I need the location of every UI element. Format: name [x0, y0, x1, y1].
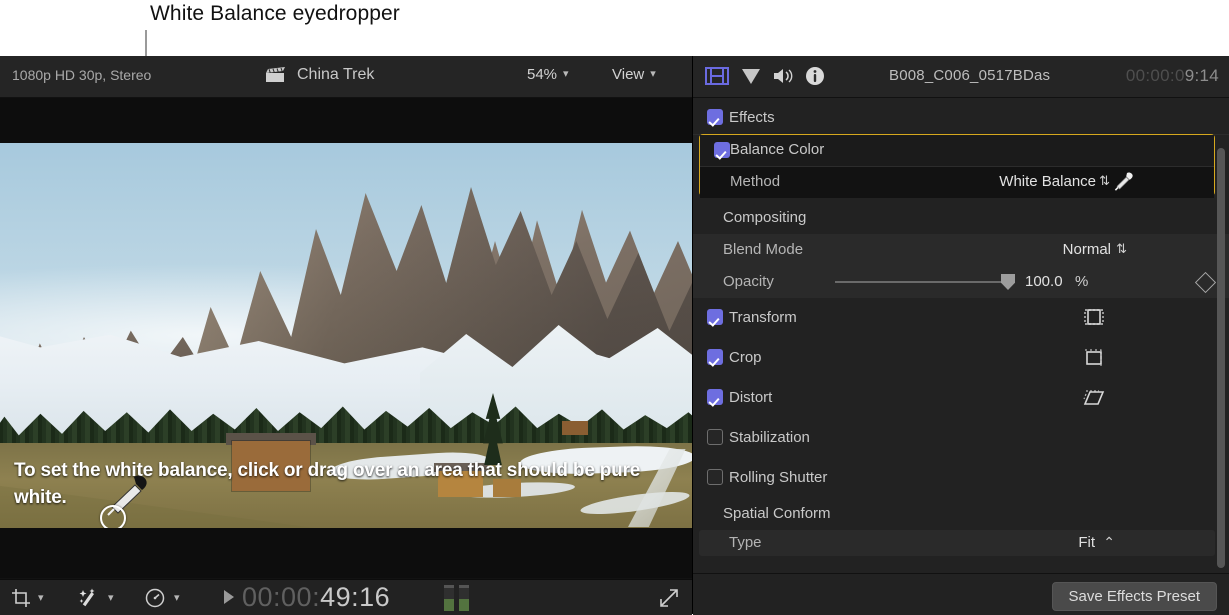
inspector-header: B008_C006_0517BDas 00:00:09:14: [693, 56, 1229, 98]
stabilization-checkbox[interactable]: [707, 429, 723, 445]
opacity-label: Opacity: [723, 273, 774, 290]
viewer-bottom-toolbar: ▾ ▾ ▾: [0, 579, 692, 615]
save-effects-preset-button[interactable]: Save Effects Preset: [1052, 582, 1217, 611]
viewer-project-title: China Trek: [297, 66, 374, 84]
balance-color-checkbox[interactable]: [714, 142, 730, 158]
distort-label: Distort: [729, 389, 772, 406]
section-compositing: Compositing: [693, 202, 1229, 234]
row-blend-mode[interactable]: Blend Mode Normal ⇅: [693, 234, 1229, 267]
viewer-stage[interactable]: To set the white balance, click or drag …: [0, 98, 692, 578]
distort-box-icon[interactable]: [1083, 387, 1105, 409]
blend-mode-label: Blend Mode: [723, 241, 803, 258]
row-balance-color[interactable]: Balance Color: [700, 135, 1214, 167]
chevron-down-icon[interactable]: ▾: [108, 591, 114, 604]
transform-box-icon[interactable]: [1083, 307, 1105, 329]
section-transform[interactable]: Transform: [693, 298, 1229, 339]
blend-mode-stepper-icon[interactable]: ⇅: [1116, 241, 1127, 257]
row-balance-method[interactable]: Method White Balance ⇅: [700, 167, 1214, 198]
speedometer-icon[interactable]: [144, 587, 166, 609]
spatial-conform-label: Spatial Conform: [723, 505, 831, 522]
inspector-scrollbar-thumb[interactable]: [1217, 148, 1225, 568]
blend-mode-value[interactable]: Normal: [1063, 241, 1111, 258]
method-value[interactable]: White Balance: [999, 173, 1096, 190]
magic-wand-icon[interactable]: [78, 587, 100, 609]
viewer-pane: 1080p HD 30p, Stereo China Trek 54% ▾ Vie…: [0, 56, 693, 614]
transform-checkbox[interactable]: [707, 309, 723, 325]
clapperboard-icon: [265, 67, 285, 83]
section-rolling-shutter[interactable]: Rolling Shutter: [693, 458, 1229, 499]
viewer-view-menu[interactable]: View ▾: [612, 66, 656, 83]
viewer-zoom-menu[interactable]: 54% ▾: [527, 66, 569, 83]
spatial-type-value[interactable]: Fit: [1078, 534, 1095, 551]
section-stabilization[interactable]: Stabilization: [693, 418, 1229, 459]
rolling-shutter-checkbox[interactable]: [707, 469, 723, 485]
chevron-down-icon: ▾: [563, 67, 569, 80]
crop-label: Crop: [729, 349, 762, 366]
opacity-slider-knob[interactable]: [1001, 274, 1015, 290]
effects-checkbox[interactable]: [707, 109, 723, 125]
inspector-body[interactable]: Effects Balance Color Method White Balan…: [693, 98, 1229, 572]
row-opacity[interactable]: Opacity 100.0 %: [693, 266, 1229, 299]
timecode-dim: 00:00:0: [1126, 66, 1185, 85]
callout-label: White Balance eyedropper: [150, 2, 400, 26]
balance-color-label: Balance Color: [730, 141, 824, 158]
eyedropper-icon[interactable]: [1114, 172, 1134, 192]
chevron-down-icon[interactable]: ▾: [174, 591, 180, 604]
viewer-timecode[interactable]: 00:00:49:16: [242, 582, 390, 613]
inspector-scrollbar[interactable]: [1217, 148, 1225, 572]
screenshot-root: White Balance eyedropper 1080p HD 30p, S…: [0, 0, 1229, 614]
chevron-down-icon: ▾: [650, 67, 656, 80]
crop-transform-icon[interactable]: [10, 587, 32, 609]
opacity-value[interactable]: 100.0: [1025, 273, 1063, 290]
crop-box-icon[interactable]: [1083, 347, 1105, 369]
crop-checkbox[interactable]: [707, 349, 723, 365]
viewer-zoom-value: 54%: [527, 66, 557, 83]
opacity-slider-track[interactable]: [835, 281, 1015, 283]
play-triangle-icon[interactable]: [224, 590, 234, 604]
spatial-type-label: Type: [729, 534, 762, 551]
section-effects[interactable]: Effects: [693, 98, 1229, 135]
compositing-label: Compositing: [723, 209, 806, 226]
transform-label: Transform: [729, 309, 797, 326]
speaker-icon[interactable]: [771, 65, 795, 87]
info-circle-icon[interactable]: [803, 65, 827, 87]
section-distort[interactable]: Distort: [693, 378, 1229, 419]
final-cut-pro-window: 1080p HD 30p, Stereo China Trek 54% ▾ Vie…: [0, 56, 1229, 614]
rolling-shutter-label: Rolling Shutter: [729, 469, 827, 486]
video-frame[interactable]: To set the white balance, click or drag …: [0, 143, 692, 528]
viewer-format-label: 1080p HD 30p, Stereo: [12, 67, 151, 83]
method-label: Method: [730, 173, 780, 190]
section-crop[interactable]: Crop: [693, 338, 1229, 379]
inspector-clip-name: B008_C006_0517BDas: [889, 67, 1050, 84]
distort-checkbox[interactable]: [707, 389, 723, 405]
row-spatial-type[interactable]: Type Fit ⌃: [699, 530, 1215, 556]
effects-label: Effects: [729, 109, 775, 126]
eyedropper-sample-circle: [100, 505, 126, 528]
section-spatial-conform: Spatial Conform: [693, 498, 1229, 530]
chalet-distant: [562, 421, 588, 435]
film-strip-icon[interactable]: [705, 65, 729, 87]
stabilization-label: Stabilization: [729, 429, 810, 446]
balance-color-group[interactable]: Balance Color Method White Balance ⇅: [699, 134, 1215, 196]
viewer-top-bar: 1080p HD 30p, Stereo China Trek 54% ▾ Vie…: [0, 56, 692, 98]
timecode-dim: 00:00:: [242, 582, 320, 612]
triangle-filter-icon[interactable]: [739, 65, 763, 87]
chevron-down-icon[interactable]: ▾: [38, 591, 44, 604]
timecode-value: 9:14: [1185, 66, 1219, 85]
spatial-type-stepper-icon[interactable]: ⌃: [1103, 534, 1115, 551]
keyframe-diamond-icon[interactable]: [1195, 272, 1216, 293]
inspector-footer: Save Effects Preset: [693, 573, 1229, 615]
expand-arrows-icon[interactable]: [658, 587, 680, 609]
opacity-unit: %: [1075, 273, 1088, 290]
timecode-value: 49:16: [320, 582, 390, 612]
audio-meters[interactable]: [444, 585, 472, 611]
method-stepper-icon[interactable]: ⇅: [1099, 173, 1110, 189]
inspector-timecode: 00:00:09:14: [1126, 66, 1219, 86]
inspector-pane: B008_C006_0517BDas 00:00:09:14 Effects B…: [693, 56, 1229, 614]
viewer-view-label: View: [612, 66, 644, 83]
